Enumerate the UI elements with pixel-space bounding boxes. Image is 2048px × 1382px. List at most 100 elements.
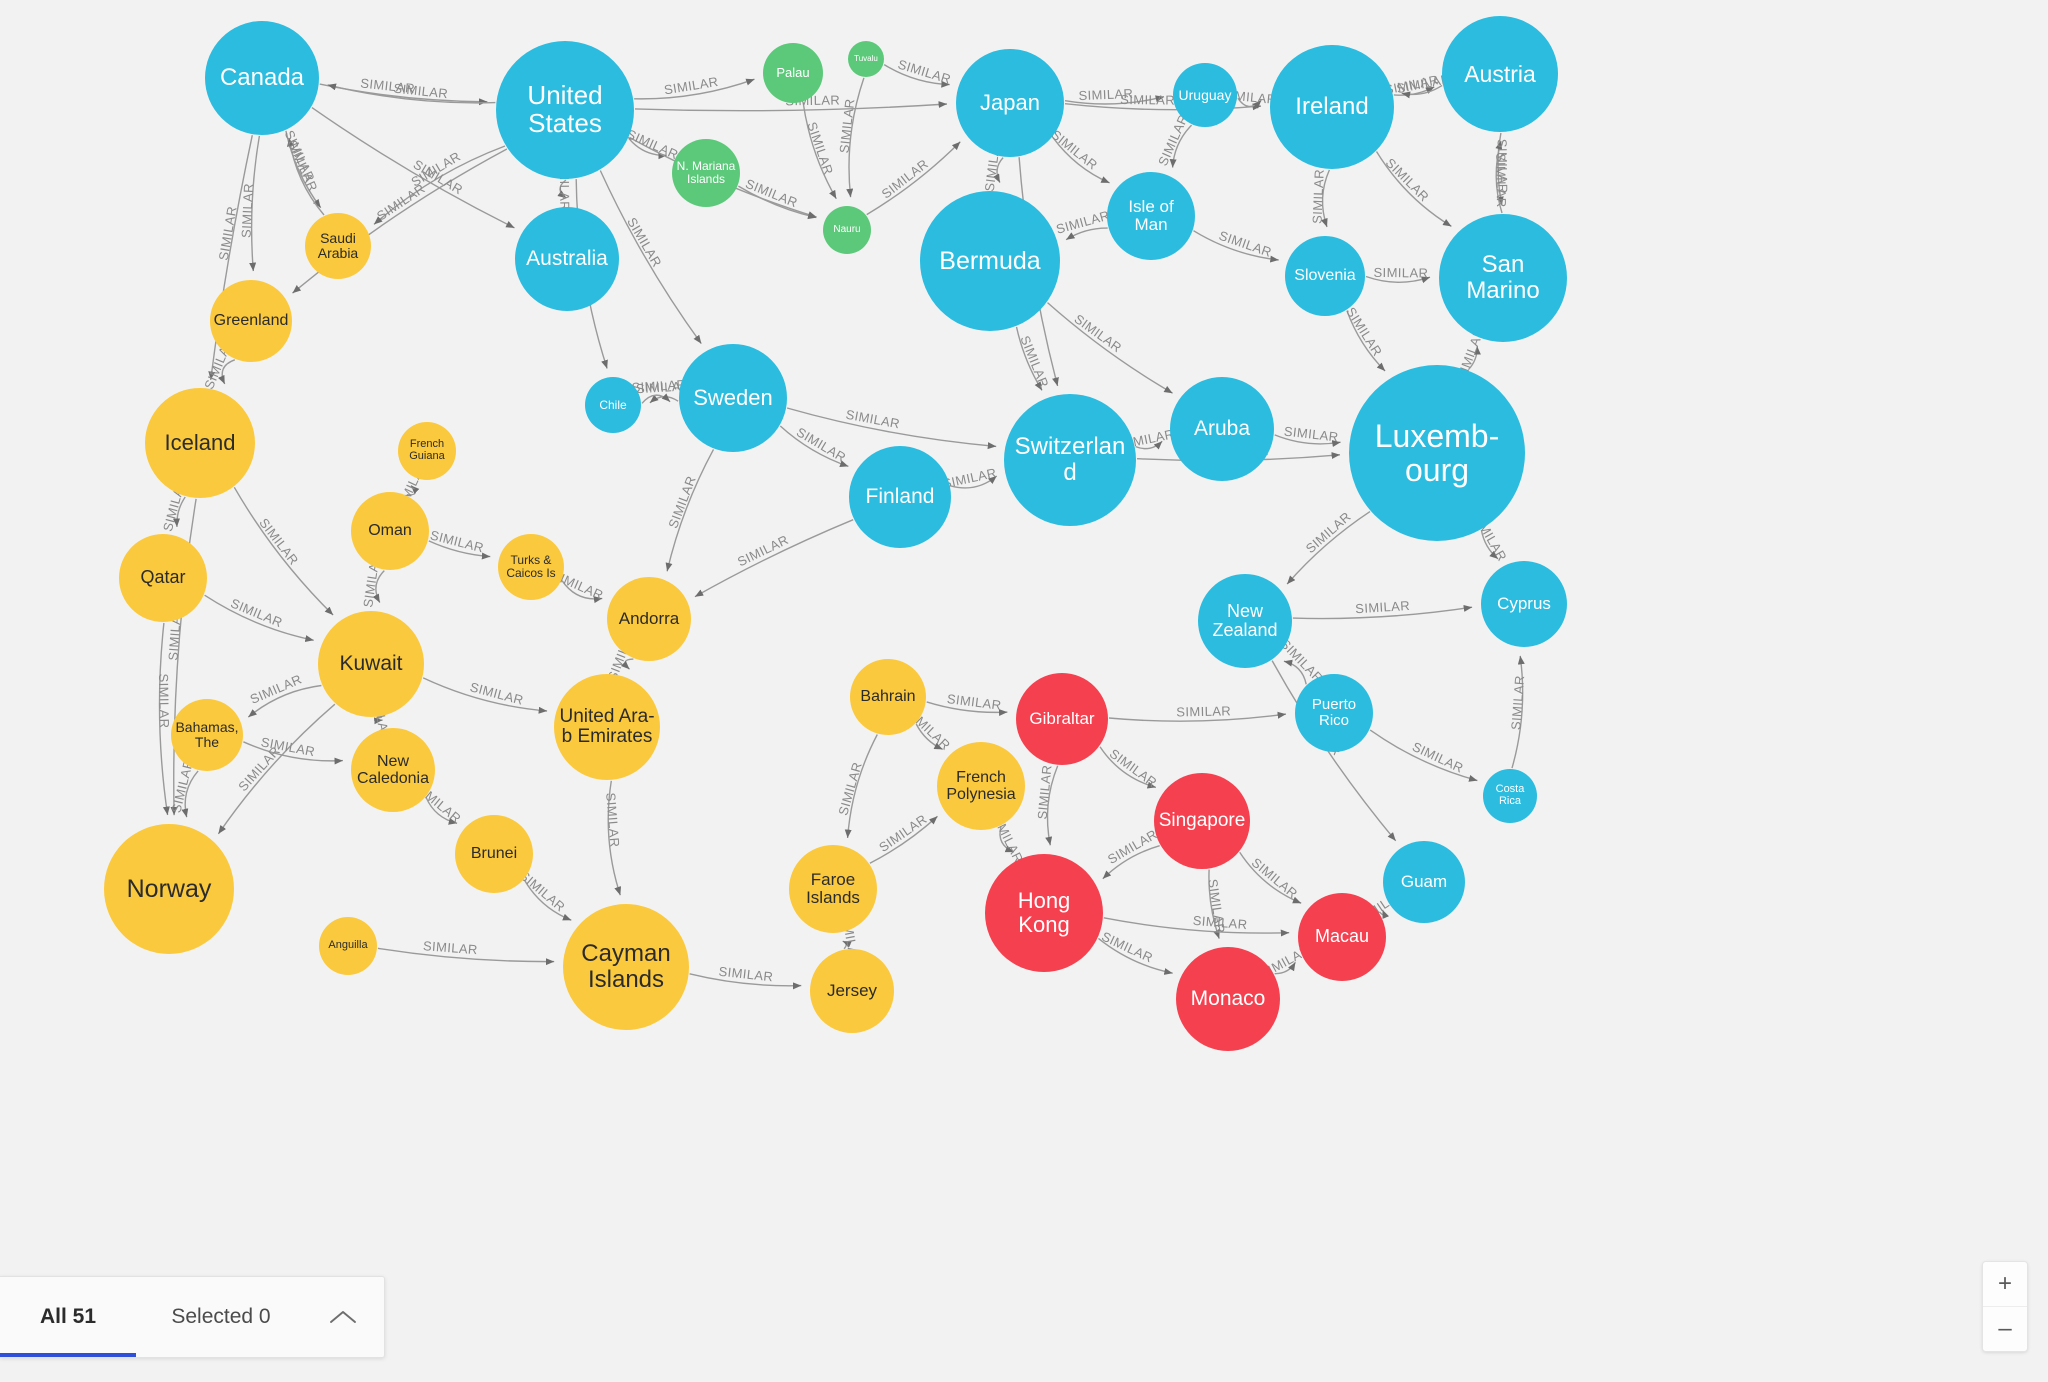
graph-node-label: Cayman Islands: [581, 940, 671, 993]
zoom-out-button[interactable]: –: [1983, 1306, 2027, 1351]
tab-all-label: All 51: [39, 1305, 97, 1328]
graph-node-sweden[interactable]: Sweden: [679, 344, 787, 452]
graph-node-ireland[interactable]: Ireland: [1270, 45, 1394, 169]
graph-node-label: Greenland: [213, 312, 289, 330]
graph-node-palau[interactable]: Palau: [763, 43, 823, 103]
graph-node-label: Bermuda: [939, 246, 1041, 275]
graph-node-puerto-rico[interactable]: Puerto Rico: [1295, 674, 1373, 752]
tab-all[interactable]: All 51: [0, 1277, 136, 1357]
tab-selected[interactable]: Selected 0: [136, 1277, 306, 1357]
graph-node-bermuda[interactable]: Bermuda: [920, 191, 1060, 331]
graph-node-slovenia[interactable]: Slovenia: [1285, 236, 1365, 316]
graph-node-anguilla[interactable]: Anguilla: [319, 917, 377, 975]
graph-node-label: San Marino: [1466, 251, 1540, 304]
graph-node-label: Norway: [126, 874, 212, 903]
graph-node-label: Canada: [219, 64, 305, 92]
graph-node-norway[interactable]: Norway: [104, 824, 234, 954]
graph-node-brunei[interactable]: Brunei: [455, 815, 533, 893]
graph-node-switzerland[interactable]: Switzerland: [1004, 394, 1136, 526]
graph-node-uruguay[interactable]: Uruguay: [1173, 63, 1237, 127]
graph-node-label: Sweden: [693, 385, 773, 411]
graph-node-san-marino[interactable]: San Marino: [1439, 214, 1567, 342]
graph-node-canada[interactable]: Canada: [205, 21, 319, 135]
chevron-up-icon[interactable]: [306, 1277, 380, 1357]
graph-node-label: Bahamas, The: [175, 719, 239, 750]
graph-node-label: Brunei: [470, 845, 518, 863]
graph-node-tuvalu[interactable]: Tuvalu: [848, 41, 884, 77]
graph-node-united-states[interactable]: United States: [496, 41, 634, 179]
graph-node-label: Slovenia: [1294, 267, 1356, 285]
graph-node-japan[interactable]: Japan: [956, 49, 1064, 157]
graph-node-new-caledonia[interactable]: New Caledonia: [351, 728, 435, 812]
graph-node-andorra[interactable]: Andorra: [607, 577, 691, 661]
graph-node-new-zealand[interactable]: New Zealand: [1198, 574, 1292, 668]
graph-node-label: Isle of Man: [1128, 196, 1174, 234]
zoom-in-label: +: [1997, 1270, 2012, 1297]
graph-node-cyprus[interactable]: Cyprus: [1481, 561, 1567, 647]
graph-node-label: Luxemb-ourg: [1374, 417, 1500, 488]
graph-node-label: Nauru: [833, 223, 861, 235]
graph-node-aruba[interactable]: Aruba: [1170, 377, 1274, 481]
graph-node-label: Chile: [599, 397, 627, 412]
graph-node-oman[interactable]: Oman: [351, 492, 429, 570]
graph-node-united-arab-emirates[interactable]: United Ara-b Emirates: [554, 674, 660, 780]
graph-node-label: French Guiana: [409, 438, 445, 462]
graph-node-bahamas-the[interactable]: Bahamas, The: [171, 699, 243, 771]
graph-node-label: Ireland: [1295, 93, 1369, 121]
graph-node-label: Qatar: [140, 567, 186, 588]
zoom-controls[interactable]: + –: [1982, 1261, 2028, 1352]
graph-node-guam[interactable]: Guam: [1383, 841, 1465, 923]
graph-node-label: Costa Rica: [1495, 783, 1525, 807]
zoom-in-button[interactable]: +: [1983, 1262, 2027, 1306]
graph-node-gibraltar[interactable]: Gibraltar: [1016, 673, 1108, 765]
graph-node-costa-rica[interactable]: Costa Rica: [1483, 769, 1537, 823]
graph-node-singapore[interactable]: Singapore: [1154, 773, 1250, 869]
graph-node-cayman-islands[interactable]: Cayman Islands: [563, 904, 689, 1030]
graph-node-macau[interactable]: Macau: [1298, 893, 1386, 981]
graph-node-label: Puerto Rico: [1311, 695, 1357, 729]
graph-node-isle-of-man[interactable]: Isle of Man: [1107, 172, 1195, 260]
graph-node-chile[interactable]: Chile: [585, 377, 641, 433]
graph-node-label: Macau: [1314, 926, 1370, 947]
graph-node-label: Andorra: [618, 608, 680, 628]
graph-node-saudi-arabia[interactable]: Saudi Arabia: [305, 213, 371, 279]
graph-node-french-polynesia[interactable]: French Polynesia: [937, 742, 1025, 830]
graph-node-label: Iceland: [164, 430, 236, 456]
graph-node-french-guiana[interactable]: French Guiana: [398, 422, 456, 480]
graph-node-nauru[interactable]: Nauru: [823, 206, 871, 254]
graph-node-label: French Polynesia: [946, 768, 1016, 803]
graph-node-faroe-islands[interactable]: Faroe Islands: [789, 845, 877, 933]
graph-node-label: Finland: [865, 484, 935, 508]
graph-node-label: Austria: [1464, 60, 1536, 87]
graph-node-greenland[interactable]: Greenland: [210, 280, 292, 362]
graph-canvas[interactable]: SIMILAR SIMILAR SIMILAR SIMILAR SIMILAR SIMIL…: [0, 0, 2048, 1382]
graph-node-label: Uruguay: [1178, 86, 1232, 103]
tab-selected-label: Selected 0: [171, 1305, 271, 1328]
graph-node-label: Oman: [368, 522, 412, 540]
graph-node-qatar[interactable]: Qatar: [119, 534, 207, 622]
graph-node-iceland[interactable]: Iceland: [145, 388, 255, 498]
graph-node-label: Singapore: [1158, 809, 1246, 831]
graph-node-label: Guam: [1400, 871, 1448, 891]
graph-node-monaco[interactable]: Monaco: [1176, 947, 1280, 1051]
graph-node-kuwait[interactable]: Kuwait: [318, 611, 424, 717]
graph-node-bahrain[interactable]: Bahrain: [850, 659, 926, 735]
graph-node-jersey[interactable]: Jersey: [810, 949, 894, 1033]
graph-node-label: Anguilla: [328, 939, 368, 952]
graph-node-label: Bahrain: [860, 688, 916, 706]
graph-node-hong-kong[interactable]: Hong Kong: [985, 854, 1103, 972]
graph-node-label: Kuwait: [339, 651, 403, 675]
graph-node-n-mariana-islands[interactable]: N. Mariana Islands: [672, 139, 740, 207]
graph-node-austria[interactable]: Austria: [1442, 16, 1558, 132]
results-panel[interactable]: All 51 Selected 0: [0, 1276, 385, 1358]
graph-node-luxembourg[interactable]: Luxemb-ourg: [1349, 365, 1525, 541]
graph-node-label: Saudi Arabia: [317, 230, 359, 261]
graph-node-label: New Zealand: [1212, 600, 1278, 640]
graph-node-turks-caicos-is[interactable]: Turks & Caicos Is: [498, 534, 564, 600]
graph-node-label: Aruba: [1193, 416, 1251, 440]
graph-node-label: New Caledonia: [356, 752, 430, 787]
graph-node-label: United States: [527, 80, 603, 138]
graph-node-finland[interactable]: Finland: [849, 446, 951, 548]
graph-node-australia[interactable]: Australia: [515, 207, 619, 311]
graph-node-label: United Ara-b Emirates: [559, 705, 655, 747]
